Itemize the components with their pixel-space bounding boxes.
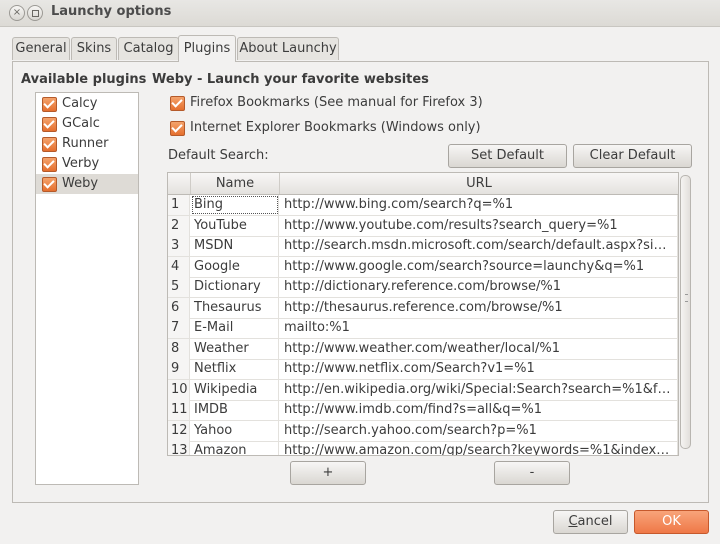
plugin-label: Runner (62, 136, 109, 151)
column-header-url[interactable]: URL (280, 173, 678, 194)
site-url-cell[interactable]: http://www.weather.com/weather/local/%1 (280, 338, 678, 359)
plugin-item-gcalc[interactable]: GCalc (36, 114, 138, 134)
table-row[interactable]: 10 Wikipedia http://en.wikipedia.org/wiki/… (168, 379, 678, 401)
site-url-cell[interactable]: http://www.youtube.com/results?search_qu… (280, 215, 678, 236)
site-name-cell[interactable]: Amazon (191, 441, 279, 455)
plugin-label: Weby (62, 176, 99, 191)
header-corner (168, 173, 191, 194)
checkbox-icon[interactable] (170, 121, 185, 136)
site-name-cell[interactable]: Netflix (191, 359, 279, 379)
row-number: 1 (168, 195, 190, 215)
tab-catalog[interactable]: Catalog (118, 37, 179, 60)
site-name-cell[interactable]: Bing (191, 195, 279, 215)
site-name-cell[interactable]: IMDB (191, 400, 279, 420)
table-row[interactable]: 8 Weather http://www.weather.com/weather/l… (168, 338, 678, 360)
table-row[interactable]: 2 YouTube http://www.youtube.com/results?s… (168, 215, 678, 237)
row-number: 2 (168, 215, 190, 236)
table-header: Name URL (168, 173, 678, 195)
table-row[interactable]: 9 Netflix http://www.netflix.com/Search?v1… (168, 359, 678, 380)
option-label: Firefox Bookmarks (See manual for Firefo… (190, 95, 483, 110)
row-number: 8 (168, 338, 190, 359)
table-row[interactable]: 3 MSDN http://search.msdn.microsoft.com/se… (168, 236, 678, 257)
site-url-cell[interactable]: http://www.netflix.com/Search?v1=%1 (280, 359, 678, 379)
plugin-label: Calcy (62, 96, 98, 111)
close-icon[interactable]: × (9, 5, 25, 21)
row-number: 11 (168, 400, 190, 420)
sites-table[interactable]: Name URL 1 Bing http://www.bing.com/search… (167, 172, 679, 456)
plugin-label: Verby (62, 156, 100, 171)
row-number: 6 (168, 297, 190, 318)
add-row-button[interactable]: + (290, 461, 366, 485)
checkbox-icon[interactable] (42, 137, 57, 152)
clear-default-button[interactable]: Clear Default (573, 144, 692, 168)
table-row[interactable]: 11 IMDB http://www.imdb.com/find?s=all&q=%… (168, 400, 678, 421)
column-header-name[interactable]: Name (191, 173, 280, 194)
table-row[interactable]: 13 Amazon http://www.amazon.com/gp/search?… (168, 441, 678, 455)
site-name-cell[interactable]: Weather (191, 338, 279, 359)
table-row[interactable]: 5 Dictionary http://dictionary.reference.c… (168, 277, 678, 298)
row-number: 4 (168, 256, 190, 277)
row-number: 13 (168, 441, 190, 455)
table-row[interactable]: 4 Google http://www.google.com/search?sour… (168, 256, 678, 278)
plugin-label: GCalc (62, 116, 100, 131)
site-url-cell[interactable]: http://www.google.com/search?source=laun… (280, 256, 678, 277)
table-row[interactable]: 12 Yahoo http://search.yahoo.com/search?p=… (168, 420, 678, 442)
option-label: Internet Explorer Bookmarks (Windows onl… (190, 120, 481, 135)
checkbox-icon[interactable] (42, 117, 57, 132)
site-name-cell[interactable]: E-Mail (191, 318, 279, 338)
site-name-cell[interactable]: Google (191, 256, 279, 277)
site-name-cell[interactable]: Yahoo (191, 420, 279, 441)
checkbox-icon[interactable] (170, 96, 185, 111)
tab-skins[interactable]: Skins (71, 37, 117, 60)
site-name-cell[interactable]: YouTube (191, 215, 279, 236)
row-number: 7 (168, 318, 190, 338)
tab-plugins[interactable]: Plugins (178, 35, 236, 62)
checkbox-icon[interactable] (42, 97, 57, 112)
checkbox-icon[interactable] (42, 157, 57, 172)
table-scrollbar[interactable] (679, 172, 691, 454)
checkbox-icon[interactable] (42, 177, 57, 192)
site-name-cell[interactable]: Dictionary (191, 277, 279, 297)
ok-button[interactable]: OK (634, 510, 709, 534)
site-url-cell[interactable]: http://en.wikipedia.org/wiki/Special:Sea… (280, 379, 678, 400)
tab-general[interactable]: General (12, 37, 70, 60)
site-url-cell[interactable]: http://search.yahoo.com/search?p=%1 (280, 420, 678, 441)
plugin-item-calcy[interactable]: Calcy (36, 94, 138, 114)
remove-row-button[interactable]: - (494, 461, 570, 485)
site-url-cell[interactable]: http://www.amazon.com/gp/search?keywords… (280, 441, 678, 455)
row-number: 5 (168, 277, 190, 297)
plugin-item-runner[interactable]: Runner (36, 134, 138, 154)
table-row[interactable]: 1 Bing http://www.bing.com/search?q=%1 (168, 195, 678, 216)
table-row[interactable]: 6 Thesaurus http://thesaurus.reference.com… (168, 297, 678, 319)
plugin-title: Weby - Launch your favorite websites (152, 72, 429, 87)
maximize-icon[interactable] (27, 5, 43, 21)
row-number: 12 (168, 420, 190, 441)
site-name-cell[interactable]: Wikipedia (191, 379, 279, 400)
site-url-cell[interactable]: http://dictionary.reference.com/browse/%… (280, 277, 678, 297)
site-name-cell[interactable]: MSDN (191, 236, 279, 256)
table-row[interactable]: 7 E-Mail mailto:%1 (168, 318, 678, 339)
window-title: Launchy options (51, 4, 172, 19)
plugin-item-verby[interactable]: Verby (36, 154, 138, 174)
default-search-label: Default Search: (168, 148, 269, 163)
row-number: 9 (168, 359, 190, 379)
site-url-cell[interactable]: http://thesaurus.reference.com/browse/%1 (280, 297, 678, 318)
title-bar: × Launchy options (0, 0, 720, 27)
cancel-button[interactable]: Cancel (553, 510, 628, 534)
row-number: 10 (168, 379, 190, 400)
site-url-cell[interactable]: http://www.imdb.com/find?s=all&q=%1 (280, 400, 678, 420)
tab-about[interactable]: About Launchy (237, 37, 339, 60)
site-url-cell[interactable]: mailto:%1 (280, 318, 678, 338)
row-number: 3 (168, 236, 190, 256)
set-default-button[interactable]: Set Default (448, 144, 567, 168)
scrollbar-thumb[interactable] (680, 175, 691, 449)
plugin-item-weby[interactable]: Weby (36, 174, 138, 194)
plugin-list[interactable]: Calcy GCalc Runner Verby Weby (35, 92, 139, 485)
site-name-cell[interactable]: Thesaurus (191, 297, 279, 318)
available-plugins-heading: Available plugins (21, 72, 147, 87)
site-url-cell[interactable]: http://search.msdn.microsoft.com/search/… (280, 236, 678, 256)
site-url-cell[interactable]: http://www.bing.com/search?q=%1 (280, 195, 678, 215)
